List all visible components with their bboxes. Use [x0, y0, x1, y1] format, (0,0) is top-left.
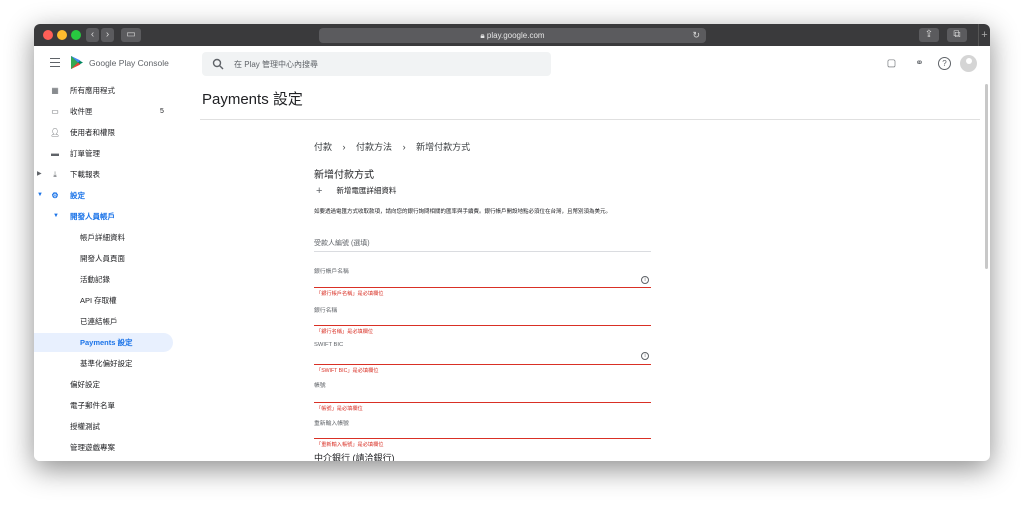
chevron-down-icon: ▼	[53, 213, 59, 219]
header-divider	[200, 119, 980, 120]
download-icon: ⤓	[53, 170, 57, 179]
address-bar[interactable]: 🔒︎ play.google.com ↻	[319, 28, 706, 43]
inbox-count-badge: 5	[160, 108, 164, 115]
back-button[interactable]: ‹	[86, 28, 99, 42]
scrollbar[interactable]	[985, 84, 988, 269]
error-message: 「銀行名稱」是必填欄位	[316, 329, 374, 335]
sidebar-item-license-testing[interactable]: 授權測試	[34, 417, 184, 436]
breadcrumb-payments[interactable]: 付款	[314, 142, 332, 152]
card-icon: ▬	[51, 149, 59, 158]
sidebar-item-payments-settings[interactable]: Payments 設定	[34, 333, 173, 352]
app-title[interactable]: Google Play Console	[89, 58, 169, 68]
info-icon[interactable]: i	[641, 276, 649, 284]
search-icon	[212, 58, 224, 70]
sidebar-item-preferences[interactable]: 偏好設定	[34, 375, 184, 394]
breadcrumb-separator: ›	[402, 142, 406, 152]
browser-window: ‹ › ▭ 🔒︎ play.google.com ↻ ⇪ ⧉ + Google …	[34, 24, 990, 461]
page-title: Payments 設定	[202, 91, 303, 108]
sidebar-item-developer-page[interactable]: 開發人員頁面	[34, 249, 184, 268]
close-window-button[interactable]	[43, 30, 53, 40]
chevron-right-icon: ▶	[37, 171, 42, 177]
menu-icon[interactable]	[50, 58, 60, 67]
people-icon: 👤︎	[50, 128, 61, 137]
sidebar-item-users[interactable]: 👤︎ 使用者和權限	[34, 123, 184, 142]
inbox-icon: ▭	[51, 107, 59, 116]
breadcrumb-payment-methods[interactable]: 付款方法	[356, 142, 392, 152]
sidebar-item-api-access[interactable]: API 存取權	[34, 291, 184, 310]
search-placeholder: 在 Play 管理中心內搜尋	[234, 60, 319, 69]
sidebar-item-email-lists[interactable]: 電子郵件名單	[34, 396, 184, 415]
sidebar-item-linked-accounts[interactable]: 已連結帳戶	[34, 312, 184, 331]
sidebar-item-activity-log[interactable]: 活動記錄	[34, 270, 184, 289]
sidebar-item-all-apps[interactable]: ▦ 所有應用程式	[34, 81, 184, 100]
share-icon[interactable]: ⇪	[919, 28, 939, 42]
forward-button[interactable]: ›	[101, 28, 114, 42]
section-title: 新增付款方式	[314, 170, 374, 181]
breadcrumb-separator: ›	[342, 142, 346, 152]
sidebar-item-settings[interactable]: ▼ ⚙ 設定	[34, 186, 184, 205]
info-icon[interactable]: i	[641, 352, 649, 360]
error-message: 「帳號」是必填欄位	[316, 406, 363, 412]
link-icon[interactable]: ⚭	[913, 57, 926, 70]
sidebar-item-inbox[interactable]: ▭ 收件匣 5	[34, 102, 184, 121]
google-play-logo-icon	[71, 56, 83, 69]
sidebar-item-orders[interactable]: ▬ 訂單管理	[34, 144, 184, 163]
wire-transfer-note: 如要透過電匯方式收取款項，請向您的銀行詢問相關的匯率與手續費。銀行帳戶開設地點必…	[314, 209, 612, 215]
sidebar-item-developer-account[interactable]: ▼ 開發人員帳戶	[34, 207, 184, 226]
sidebar-toggle-icon[interactable]: ▭	[121, 28, 141, 42]
plus-icon: +	[316, 185, 323, 197]
minimize-window-button[interactable]	[57, 30, 67, 40]
error-message: 「銀行帳戶名稱」是必填欄位	[316, 291, 384, 297]
error-message: 「重新輸入帳號」是必填欄位	[316, 442, 384, 448]
url-text: play.google.com	[486, 31, 545, 40]
tabs-overview-icon[interactable]: ⧉	[947, 28, 967, 42]
add-wire-transfer-label: 新增電匯詳細資料	[336, 186, 397, 195]
sidebar-item-game-projects[interactable]: 管理遊戲專案	[34, 438, 184, 457]
chevron-down-icon: ▼	[37, 192, 43, 198]
app-header: Google Play Console 在 Play 管理中心內搜尋 ▢ ⚭ ?	[34, 46, 990, 80]
avatar[interactable]	[960, 55, 977, 72]
sidebar-item-benchmark-preferences[interactable]: 基準化偏好設定	[34, 354, 184, 373]
sidebar-item-reports[interactable]: ▶ ⤓ 下載報表	[34, 165, 184, 184]
error-message: 「SWIFT BIC」是必填欄位	[316, 368, 379, 374]
gear-icon: ⚙	[51, 191, 59, 200]
help-icon[interactable]: ?	[938, 57, 951, 70]
browser-titlebar: ‹ › ▭ 🔒︎ play.google.com ↻ ⇪ ⧉ +	[34, 24, 990, 46]
new-tab-icon[interactable]: +	[978, 24, 990, 46]
breadcrumb-add-payment-method: 新增付款方式	[416, 142, 471, 152]
grid-icon: ▦	[51, 86, 59, 95]
add-wire-transfer-button[interactable]: + 新增電匯詳細資料	[316, 185, 396, 197]
search-input[interactable]: 在 Play 管理中心內搜尋	[202, 52, 551, 76]
breadcrumb: 付款 › 付款方法 › 新增付款方式	[314, 140, 478, 153]
feedback-icon[interactable]: ▢	[885, 57, 898, 70]
intermediary-bank-title: 中介銀行 (請洽銀行)	[314, 453, 395, 461]
sidebar-item-account-details[interactable]: 帳戶詳細資料	[34, 228, 184, 247]
zoom-window-button[interactable]	[71, 30, 81, 40]
reload-icon[interactable]: ↻	[692, 28, 700, 43]
sidebar: ▦ 所有應用程式 ▭ 收件匣 5 👤︎ 使用者和權限 ▬ 訂單管理 ▶ ⤓ 下載…	[34, 80, 184, 461]
